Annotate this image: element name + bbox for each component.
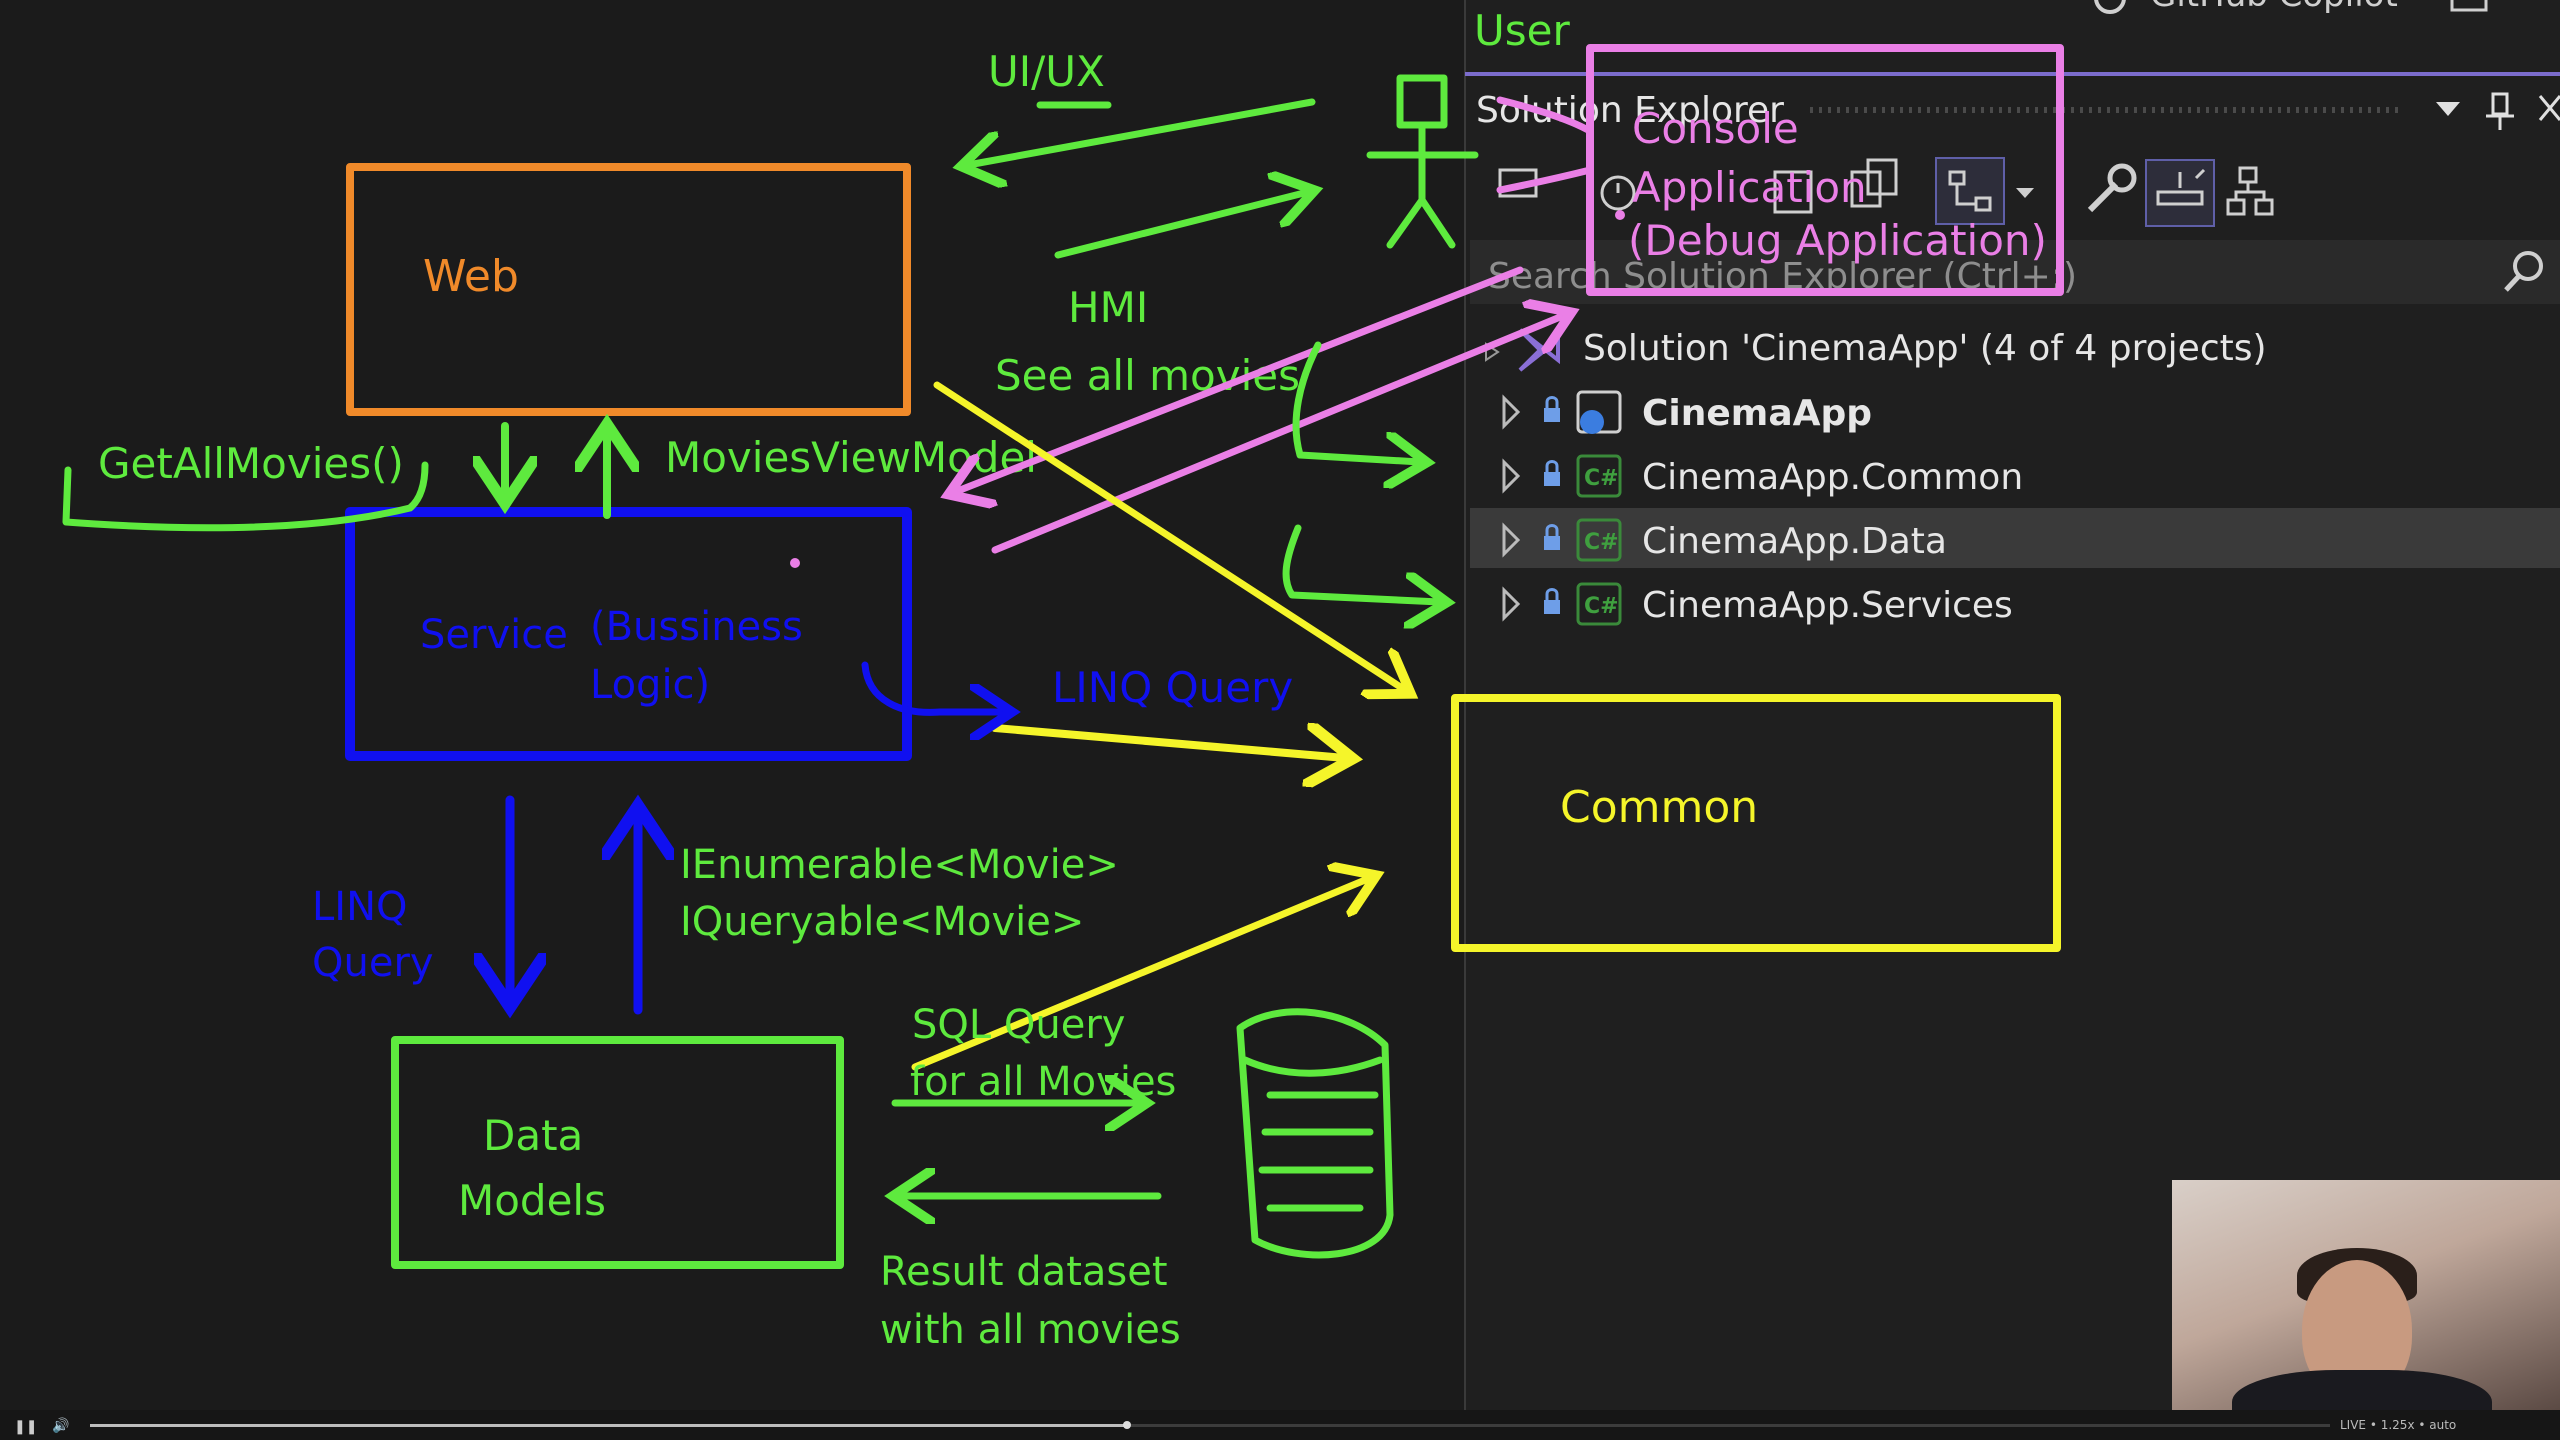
linq-query-left-label-1: LINQ [312, 884, 408, 930]
console-label-2: Application [1632, 163, 1867, 212]
user-stick-figure [1366, 74, 1479, 249]
video-player-bar: ❚❚ 🔊 LIVE • 1.25x • auto [0, 1410, 2560, 1440]
hmi-label: HMI [1068, 283, 1148, 332]
console-label-1: Console [1632, 104, 1799, 153]
data-models-label-1: Data [483, 1111, 583, 1160]
data-models-label-2: Models [458, 1176, 606, 1225]
project-label: CinemaApp.Common [1642, 457, 2023, 498]
solution-node[interactable]: Solution 'CinemaApp' (4 of 4 projects) [1485, 328, 2267, 372]
webcam-overlay [2172, 1180, 2560, 1410]
web-to-common-arrow [933, 381, 1405, 690]
database-drawing [1236, 1008, 1394, 1259]
web-box-label: Web [423, 251, 519, 302]
selected-row-highlight [1470, 508, 2560, 568]
console-label-3: (Debug Application) [1628, 216, 2047, 265]
uiux-arrow [968, 98, 1316, 165]
project-label: CinemaApp.Services [1642, 585, 2013, 626]
iqueryable-label: IQueryable<Movie> [680, 899, 1084, 945]
volume-icon[interactable]: 🔊 [52, 1417, 69, 1434]
common-box-label: Common [1560, 782, 1758, 833]
user-label: User [1474, 6, 1570, 55]
csharp-badge-text: C# [1584, 594, 1619, 619]
progress-fill [90, 1424, 1128, 1427]
service-to-common-arrow [991, 728, 1345, 758]
csharp-badge-text: C# [1584, 530, 1619, 555]
solution-label: Solution 'CinemaApp' (4 of 4 projects) [1583, 328, 2267, 369]
result-label-1: Result dataset [880, 1249, 1168, 1295]
pink-dot [790, 558, 800, 568]
service-label: Service [420, 612, 568, 658]
sql-query-label-2: for all Movies [910, 1059, 1176, 1105]
service-sub-label-2: Logic) [590, 662, 710, 708]
pause-icon[interactable]: ❚❚ [14, 1418, 37, 1435]
copilot-partial-label: GitHub Copilot [2150, 0, 2398, 15]
hook-arrow-2 [1282, 524, 1440, 602]
linq-hook-arrow [861, 661, 1005, 712]
sql-query-label-1: SQL Query [912, 1002, 1125, 1048]
result-label-2: with all movies [880, 1307, 1181, 1353]
data-models-box [391, 1036, 844, 1269]
hmi-arrow [1054, 192, 1308, 259]
project-label: CinemaApp.Data [1642, 521, 1947, 562]
csharp-badge-text: C# [1584, 466, 1619, 491]
linq-query-right-label: LINQ Query [1052, 663, 1293, 712]
progress-track[interactable] [90, 1421, 2330, 1429]
getallmovies-label: GetAllMovies() [98, 439, 404, 488]
uiux-label: UI/UX [988, 47, 1105, 96]
ienumerable-label: IEnumerable<Movie> [680, 842, 1119, 888]
active-tab-accent [1465, 72, 2560, 76]
service-sub-label-1: (Bussiness [590, 604, 803, 650]
project-label: CinemaApp [1642, 393, 1872, 434]
progress-knob[interactable] [1123, 1421, 1132, 1429]
playback-speed-text[interactable]: LIVE • 1.25x • auto [2340, 1418, 2456, 1432]
linq-query-left-label-2: Query [312, 940, 434, 986]
presenter-shirt [2232, 1370, 2492, 1410]
sync-with-active-document-button[interactable] [1935, 157, 2005, 225]
moviesviewmodel-label: MoviesViewModel [665, 433, 1037, 482]
